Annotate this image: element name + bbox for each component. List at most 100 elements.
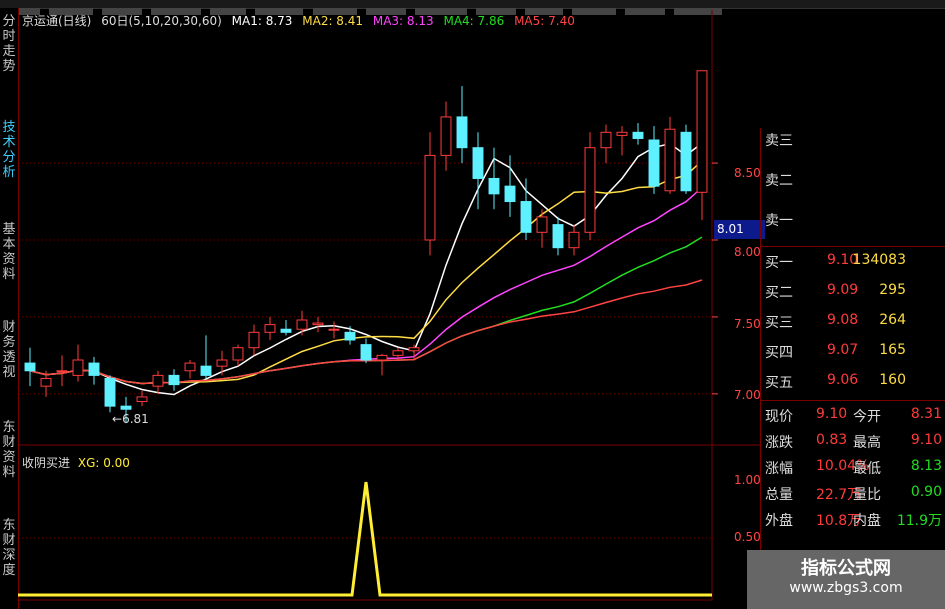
bid-row[interactable]: 买三 9.08 264 — [761, 312, 945, 336]
candle-body — [696, 70, 708, 193]
indicator-axis-label: 0.50 — [734, 530, 761, 544]
indicator-value: XG: 0.00 — [77, 456, 130, 470]
candle-body — [648, 139, 660, 187]
quote-label: 涨幅 — [765, 461, 793, 477]
candle-body — [152, 374, 164, 387]
low-marker: ←6.81 — [112, 412, 149, 426]
quote-label: 外盘 — [765, 513, 793, 529]
bid-label: 买三 — [765, 315, 793, 331]
bid-price: 9.09 — [827, 282, 859, 298]
quote-label: 最高 — [853, 435, 881, 451]
quote-value: 0.83 — [816, 432, 848, 448]
bid-volume: 160 — [879, 372, 906, 388]
indicator-name: 收阴买进 — [22, 456, 71, 470]
quote-row: 涨幅 10.04% 最低 8.13 — [761, 458, 945, 482]
candle-body — [264, 324, 276, 333]
quote-value: 9.10 — [816, 406, 848, 422]
quote-value: 0.90 — [910, 484, 942, 500]
candle-body — [536, 216, 548, 233]
candle-body — [296, 319, 308, 330]
candle-body — [600, 131, 612, 149]
candle-body — [504, 185, 516, 203]
candle-body — [456, 116, 468, 149]
price-axis-label: 7.00 — [734, 388, 761, 402]
candle-body — [168, 374, 180, 386]
candle-body — [440, 116, 452, 156]
bid-volume: 295 — [879, 282, 906, 298]
ask-label: 卖三 — [765, 133, 793, 149]
indicator-header: 收阴买进 XG: 0.00 — [22, 454, 130, 471]
watermark-title: 指标公式网 — [801, 558, 891, 579]
quote-label: 内盘 — [853, 513, 881, 529]
bid-volume: 134083 — [852, 252, 906, 268]
price-axis-label: 7.50 — [734, 317, 761, 331]
candle-body — [136, 396, 148, 403]
bid-volume: 165 — [879, 342, 906, 358]
candle-body — [280, 328, 292, 333]
bid-row[interactable]: 买一 9.10 134083 — [761, 252, 945, 276]
quote-label: 涨跌 — [765, 435, 793, 451]
bid-price: 9.08 — [827, 312, 859, 328]
low-marker-value: 6.81 — [122, 412, 149, 426]
quote-value: 11.9万 — [896, 513, 942, 529]
candle-body — [248, 331, 260, 349]
candle-body — [616, 131, 628, 136]
quote-row: 总量 22.7万 量比 0.90 — [761, 484, 945, 508]
quote-label: 最低 — [853, 461, 881, 477]
quote-value: 8.31 — [910, 406, 942, 422]
quote-label: 今开 — [853, 409, 881, 425]
bid-row[interactable]: 买五 9.06 160 — [761, 372, 945, 396]
candle-body — [232, 347, 244, 361]
quote-row: 现价 9.10 今开 8.31 — [761, 406, 945, 430]
candle-body — [408, 347, 420, 352]
ask-row[interactable]: 卖二 — [761, 170, 945, 194]
candle-body — [520, 201, 532, 233]
divider — [761, 246, 945, 247]
price-axis-label: 8.00 — [734, 245, 761, 259]
candle-body — [632, 131, 644, 139]
bid-price: 9.07 — [827, 342, 859, 358]
kline-chart[interactable] — [0, 0, 760, 609]
quote-label: 量比 — [853, 487, 881, 503]
candle-body — [424, 154, 436, 241]
candle-body — [552, 224, 564, 249]
ask-row[interactable]: 卖三 — [761, 130, 945, 154]
candle-body — [360, 344, 372, 361]
candle-body — [392, 350, 404, 356]
watermark-url: www.zbgs3.com — [789, 580, 903, 596]
candle-body — [40, 377, 52, 387]
bid-label: 买二 — [765, 285, 793, 301]
candle-body — [344, 331, 356, 341]
candle-body — [680, 131, 692, 192]
bid-row[interactable]: 买二 9.09 295 — [761, 282, 945, 306]
bid-row[interactable]: 买四 9.07 165 — [761, 342, 945, 366]
quote-value: 9.10 — [910, 432, 942, 448]
bid-label: 买一 — [765, 255, 793, 271]
indicator-axis-label: 1.00 — [734, 473, 761, 487]
bid-label: 买四 — [765, 345, 793, 361]
quote-value: 8.13 — [910, 458, 942, 474]
quote-label: 现价 — [765, 409, 793, 425]
quote-row: 外盘 10.8万 内盘 11.9万 — [761, 510, 945, 534]
candle-body — [312, 322, 324, 326]
candle-body — [328, 328, 340, 331]
candle-body — [88, 362, 100, 376]
ma-line — [29, 279, 703, 385]
price-axis-label: 8.50 — [734, 166, 761, 180]
ask-label: 卖一 — [765, 213, 793, 229]
candle-body — [104, 377, 116, 407]
ask-row[interactable]: 卖一 — [761, 210, 945, 234]
candle-body — [120, 405, 132, 410]
candle-body — [472, 147, 484, 179]
watermark: 指标公式网 www.zbgs3.com — [747, 550, 945, 609]
current-price-tag: 8.01 — [714, 220, 765, 239]
candle-body — [184, 362, 196, 372]
candle-body — [664, 128, 676, 192]
candle-body — [200, 365, 212, 376]
ask-label: 卖二 — [765, 173, 793, 189]
candle-body — [584, 147, 596, 233]
candle-body — [72, 359, 84, 376]
divider — [761, 400, 945, 401]
candle-body — [24, 362, 36, 372]
quote-panel: 卖三 卖二 卖一 买一 9.10 134083 买二 9.09 295 买三 9.08 26… — [760, 128, 945, 609]
